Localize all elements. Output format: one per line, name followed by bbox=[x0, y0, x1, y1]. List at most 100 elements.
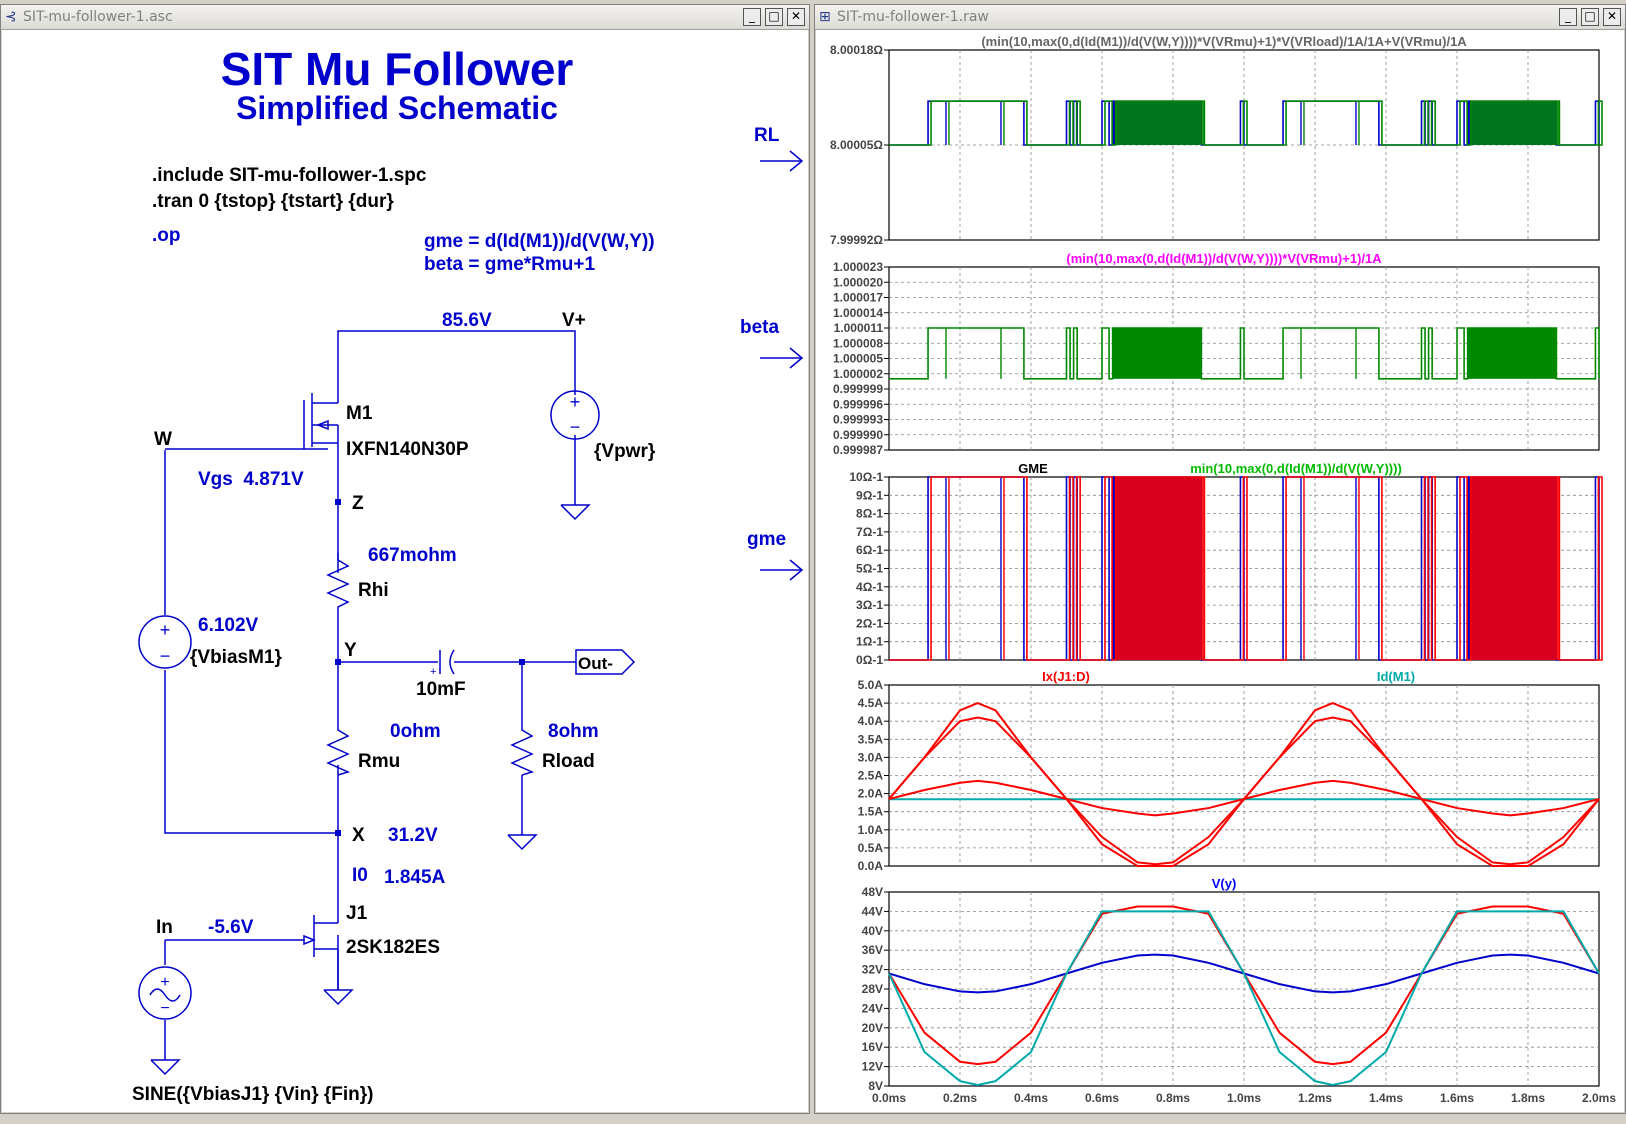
y-tick-label: 10Ω-1 bbox=[849, 470, 883, 484]
close-icon[interactable]: ✕ bbox=[787, 8, 805, 26]
vbias-label[interactable]: {VbiasM1} bbox=[190, 647, 282, 668]
x-label[interactable]: X bbox=[352, 825, 365, 846]
y-tick-label: 3Ω-1 bbox=[856, 598, 883, 612]
tran-directive[interactable]: .tran 0 {tstop} {tstart} {dur} bbox=[152, 191, 394, 212]
ltspice-app-icon[interactable]: ⊰ bbox=[5, 9, 17, 25]
dense-switching-region bbox=[1470, 101, 1560, 145]
dense-switching-region bbox=[1112, 328, 1202, 379]
gme-equation[interactable]: gme = d(Id(M1))/d(V(W,Y)) bbox=[424, 231, 655, 252]
status-bar bbox=[0, 1114, 1626, 1124]
y-tick-label: 3.0A bbox=[858, 750, 884, 764]
y-tick-label: 0.999996 bbox=[833, 397, 883, 411]
waveform-titlebar[interactable]: ⊞ SIT-mu-follower-1.raw _ □ ✕ bbox=[815, 5, 1625, 30]
j1-label[interactable]: J1 bbox=[346, 903, 368, 924]
schematic-canvas[interactable]: SIT Mu Follower Simplified Schematic .in… bbox=[2, 30, 808, 1112]
vbias-voltage: 6.102V bbox=[198, 615, 259, 636]
y-tick-label: 1.000005 bbox=[833, 352, 883, 366]
y-tick-label: 16V bbox=[862, 1040, 883, 1054]
trace-label: (min(10,max(0,d(Id(M1))/d(V(W,Y))))*V(VR… bbox=[981, 34, 1467, 49]
y-tick-label: 5Ω-1 bbox=[856, 562, 883, 576]
waveform-app-icon[interactable]: ⊞ bbox=[819, 9, 831, 25]
y-tick-label: 7.99992Ω bbox=[830, 233, 883, 247]
y-tick-label: 2.5A bbox=[858, 769, 884, 783]
x-tick-label: 1.0ms bbox=[1227, 1091, 1261, 1105]
vpwr-label[interactable]: {Vpwr} bbox=[594, 441, 656, 462]
svg-text:+: + bbox=[160, 620, 171, 640]
svg-text:−: − bbox=[160, 646, 171, 666]
minimize-icon[interactable]: _ bbox=[743, 8, 761, 26]
dense-switching-region bbox=[1470, 477, 1560, 660]
trace-label: Ix(J1:D) bbox=[1042, 669, 1090, 684]
out-label[interactable]: Out- bbox=[578, 654, 613, 673]
y-tick-label: 28V bbox=[862, 982, 883, 996]
svg-text:+: + bbox=[570, 392, 581, 412]
vbiasm1-source-symbol[interactable]: + − bbox=[138, 615, 192, 669]
y-tick-label: 8.00018Ω bbox=[830, 43, 883, 57]
in-label[interactable]: In bbox=[156, 917, 173, 938]
j1-jfet-symbol[interactable] bbox=[303, 895, 354, 1006]
maximize-icon[interactable]: □ bbox=[1581, 8, 1599, 26]
y-tick-label: 36V bbox=[862, 943, 883, 957]
cap-value[interactable]: 10mF bbox=[416, 679, 466, 700]
y-label[interactable]: Y bbox=[344, 640, 357, 661]
waveform-window: ⊞ SIT-mu-follower-1.raw _ □ ✕ 8.00018Ω 8.… bbox=[814, 4, 1626, 1114]
rhi-value[interactable]: 667mohm bbox=[368, 545, 457, 566]
vplus-voltage: 85.6V bbox=[442, 310, 492, 331]
x-voltage: 31.2V bbox=[388, 825, 438, 846]
rload-value[interactable]: 8ohm bbox=[548, 721, 599, 742]
m1-mosfet-symbol[interactable] bbox=[303, 383, 339, 449]
maximize-icon[interactable]: □ bbox=[765, 8, 783, 26]
dense-switching-region bbox=[1115, 477, 1205, 660]
y-tick-label: 2Ω-1 bbox=[856, 616, 883, 630]
y-tick-label: 1.000023 bbox=[833, 260, 883, 274]
y-tick-label: 1.000020 bbox=[833, 275, 883, 289]
vplus-label[interactable]: V+ bbox=[562, 310, 586, 331]
y-tick-label: 1Ω-1 bbox=[856, 635, 883, 649]
x-tick-label: 1.2ms bbox=[1298, 1091, 1332, 1105]
y-tick-label: 0Ω-1 bbox=[856, 653, 883, 667]
y-tick-label: 44V bbox=[862, 904, 883, 918]
include-directive[interactable]: .include SIT-mu-follower-1.spc bbox=[152, 165, 427, 186]
x-tick-label: 0.0ms bbox=[872, 1091, 906, 1105]
y-tick-label: 8.00005Ω bbox=[830, 138, 883, 152]
schematic-titlebar[interactable]: ⊰ SIT-mu-follower-1.asc _ □ ✕ bbox=[1, 5, 809, 30]
y-tick-label: 20V bbox=[862, 1021, 883, 1035]
waveform-plot-area[interactable]: 8.00018Ω 8.00005Ω 7.99992Ω (min(10,max(0,d(… bbox=[816, 30, 1624, 1112]
y-tick-label: 2.0A bbox=[858, 787, 884, 801]
rl-arrow-icon bbox=[760, 150, 804, 172]
op-directive[interactable]: .op bbox=[152, 225, 181, 246]
capacitor-symbol[interactable]: + bbox=[430, 649, 455, 678]
rmu-value[interactable]: 0ohm bbox=[390, 721, 441, 742]
schematic-window: ⊰ SIT-mu-follower-1.asc _ □ ✕ SIT Mu Fol… bbox=[0, 4, 810, 1114]
y-tick-label: 4.0A bbox=[858, 714, 884, 728]
beta-arrow-label: beta bbox=[740, 317, 780, 338]
sine-label[interactable]: SINE({VbiasJ1} {Vin} {Fin}) bbox=[132, 1084, 373, 1105]
z-label[interactable]: Z bbox=[352, 493, 364, 514]
vgs-label: Vgs 4.871V bbox=[198, 469, 304, 490]
x-tick-label: 2.0ms bbox=[1582, 1091, 1616, 1105]
m1-part[interactable]: IXFN140N30P bbox=[346, 439, 469, 460]
schematic-window-title: SIT-mu-follower-1.asc bbox=[23, 9, 173, 25]
in-voltage: -5.6V bbox=[208, 917, 254, 938]
close-icon[interactable]: ✕ bbox=[1603, 8, 1621, 26]
y-tick-label: 0.999990 bbox=[833, 428, 883, 442]
w-label[interactable]: W bbox=[154, 429, 172, 450]
waveform-canvas[interactable]: 8.00018Ω 8.00005Ω 7.99992Ω (min(10,max(0,d(… bbox=[816, 30, 1624, 1112]
rmu-label[interactable]: Rmu bbox=[358, 751, 400, 772]
rmu-resistor-symbol[interactable] bbox=[326, 725, 351, 776]
m1-label[interactable]: M1 bbox=[346, 403, 373, 424]
beta-equation[interactable]: beta = gme*Rmu+1 bbox=[424, 254, 595, 275]
x-tick-label: 0.2ms bbox=[943, 1091, 977, 1105]
x-tick-label: 0.4ms bbox=[1014, 1091, 1048, 1105]
waveform-pane-4[interactable]: 5.0A 4.5A 4.0A 3.5A 3.0A 2.5A 2.0A 1.5A 1.0A 0.5A… bbox=[858, 669, 1600, 873]
rhi-label[interactable]: Rhi bbox=[358, 580, 389, 601]
y-tick-label: 1.000008 bbox=[833, 336, 883, 350]
y-tick-label: 0.999987 bbox=[833, 443, 883, 457]
j1-part[interactable]: 2SK182ES bbox=[346, 937, 440, 958]
y-tick-label: 24V bbox=[862, 1001, 883, 1015]
waveform-pane-5[interactable]: 48V44V40V36V32V28V24V20V16V12V8VV(y) bbox=[862, 876, 1600, 1093]
rload-label[interactable]: Rload bbox=[542, 751, 595, 772]
minimize-icon[interactable]: _ bbox=[1559, 8, 1577, 26]
waveform-window-title: SIT-mu-follower-1.raw bbox=[837, 9, 989, 25]
y-tick-label: 3.5A bbox=[858, 732, 884, 746]
